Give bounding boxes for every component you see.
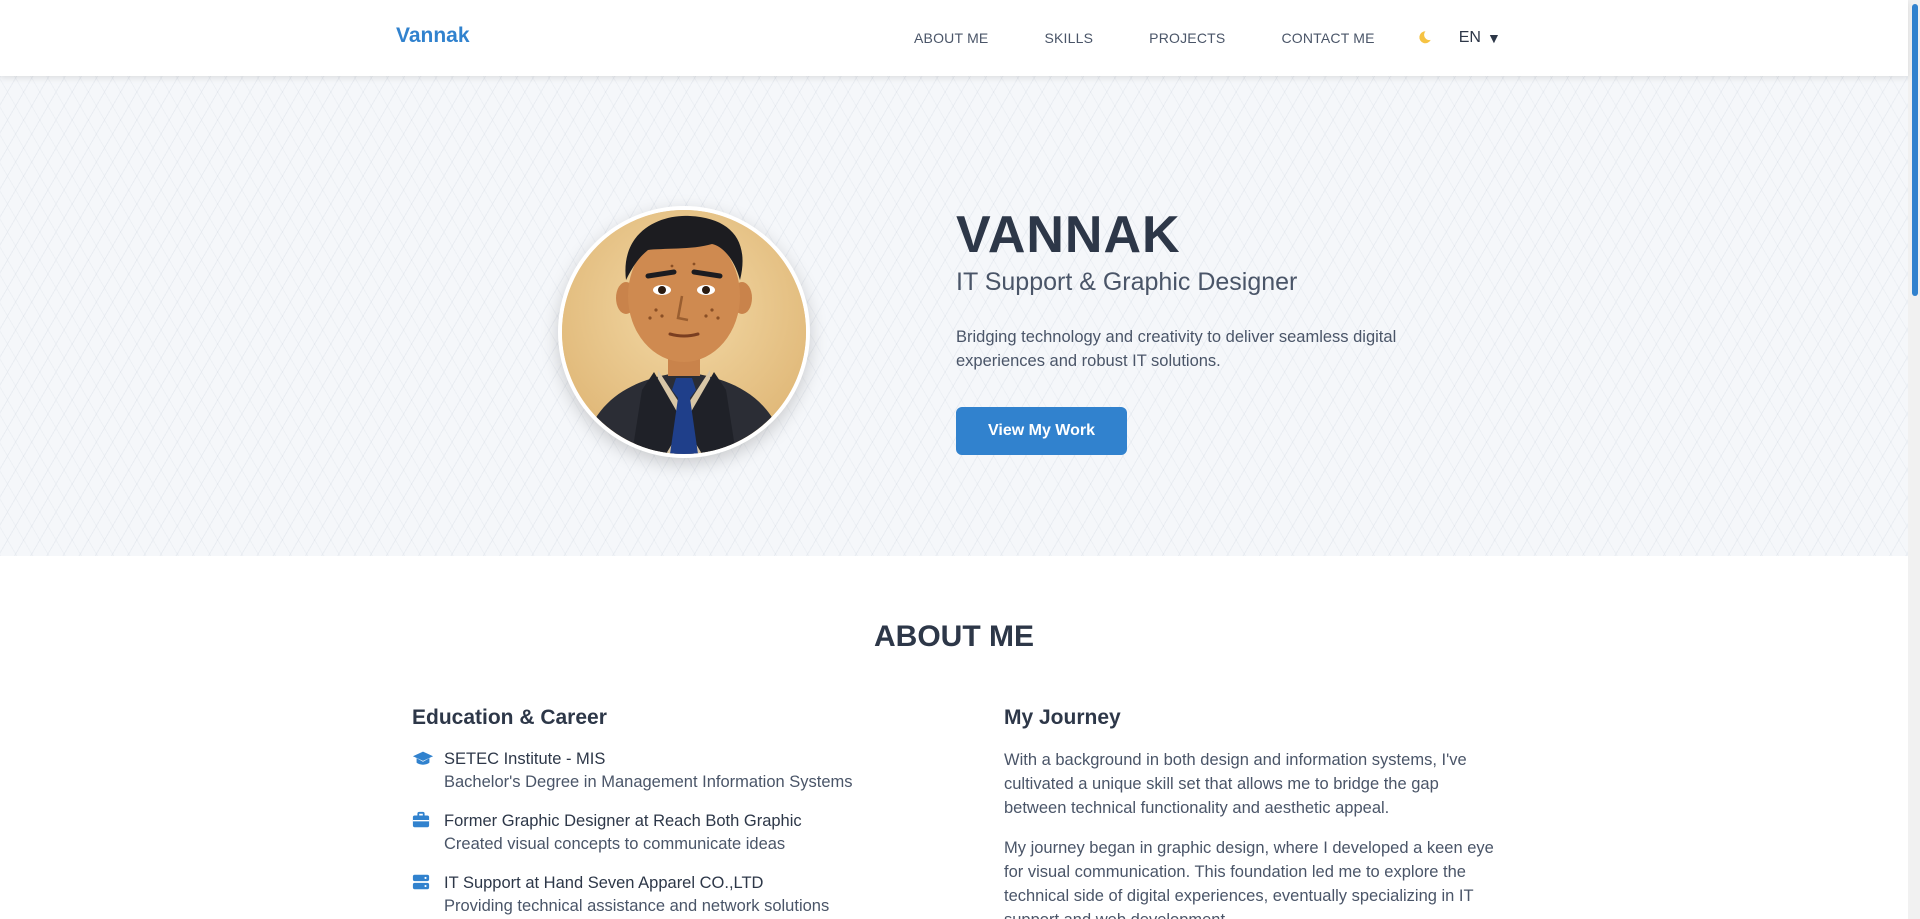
education-heading: Education & Career (412, 706, 607, 729)
language-label: EN (1458, 29, 1481, 46)
page-scrollbar[interactable] (1908, 0, 1920, 919)
education-title: Former Graphic Designer at Reach Both Gr… (444, 812, 802, 830)
about-title: ABOUT ME (874, 620, 1034, 653)
nav-links: ABOUT ME SKILLS PROJECTS CONTACT ME EN ▼ (914, 29, 1501, 47)
hero-name: VANNAK (956, 206, 1181, 264)
moon-icon[interactable] (1415, 29, 1433, 47)
nav-projects[interactable]: PROJECTS (1149, 30, 1225, 46)
avatar (558, 206, 810, 458)
nav-about[interactable]: ABOUT ME (914, 30, 988, 46)
avatar-illustration (562, 210, 806, 454)
hero-description: Bridging technology and creativity to de… (956, 328, 1397, 370)
education-subtitle: Providing technical assistance and netwo… (444, 897, 830, 915)
briefcase-icon (412, 811, 434, 831)
server-icon (412, 873, 434, 893)
education-item: SETEC Institute - MIS Bachelor's Degree … (412, 748, 952, 794)
hero-section: VANNAK IT Support & Graphic Designer Bri… (0, 76, 1908, 556)
chevron-down-icon: ▼ (1486, 30, 1501, 46)
scrollbar-thumb[interactable] (1912, 4, 1918, 296)
education-career-column: Education & Career SETEC Institute - MIS… (412, 706, 952, 919)
education-subtitle: Bachelor's Degree in Management Informat… (444, 773, 853, 791)
education-item: Former Graphic Designer at Reach Both Gr… (412, 810, 952, 856)
hero-title: IT Support & Graphic Designer (956, 268, 1298, 296)
education-item: IT Support at Hand Seven Apparel CO.,LTD… (412, 872, 952, 918)
navbar: Vannak ABOUT ME SKILLS PROJECTS CONTACT … (0, 0, 1908, 76)
language-select[interactable]: EN ▼ (1459, 29, 1501, 47)
education-subtitle: Created visual concepts to communicate i… (444, 835, 786, 853)
hero-text: VANNAK IT Support & Graphic Designer Bri… (956, 206, 1476, 455)
education-title: SETEC Institute - MIS (444, 750, 606, 768)
view-my-work-button[interactable]: View My Work (956, 407, 1127, 455)
nav-skills[interactable]: SKILLS (1044, 30, 1093, 46)
journey-heading: My Journey (1004, 706, 1121, 729)
journey-paragraph: With a background in both design and inf… (1004, 751, 1467, 817)
journey-paragraph: My journey began in graphic design, wher… (1004, 839, 1494, 919)
nav-contact[interactable]: CONTACT ME (1281, 30, 1374, 46)
journey-column: My Journey With a background in both des… (1004, 706, 1504, 919)
education-title: IT Support at Hand Seven Apparel CO.,LTD (444, 874, 764, 892)
graduation-cap-icon (412, 749, 434, 769)
brand-logo[interactable]: Vannak (396, 24, 470, 48)
